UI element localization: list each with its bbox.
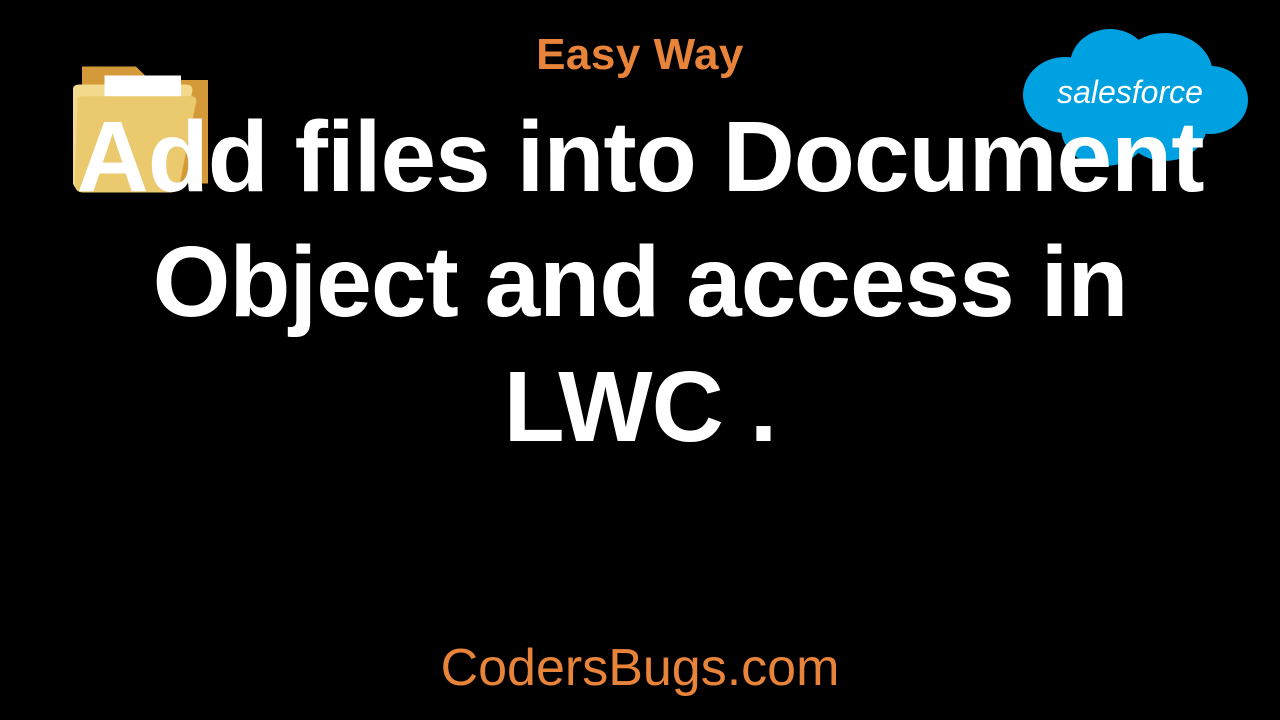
- main-title: Add files into Document Object and acces…: [0, 95, 1280, 470]
- header-subtitle: Easy Way: [0, 30, 1280, 80]
- footer-brand: CodersBugs.com: [0, 638, 1280, 698]
